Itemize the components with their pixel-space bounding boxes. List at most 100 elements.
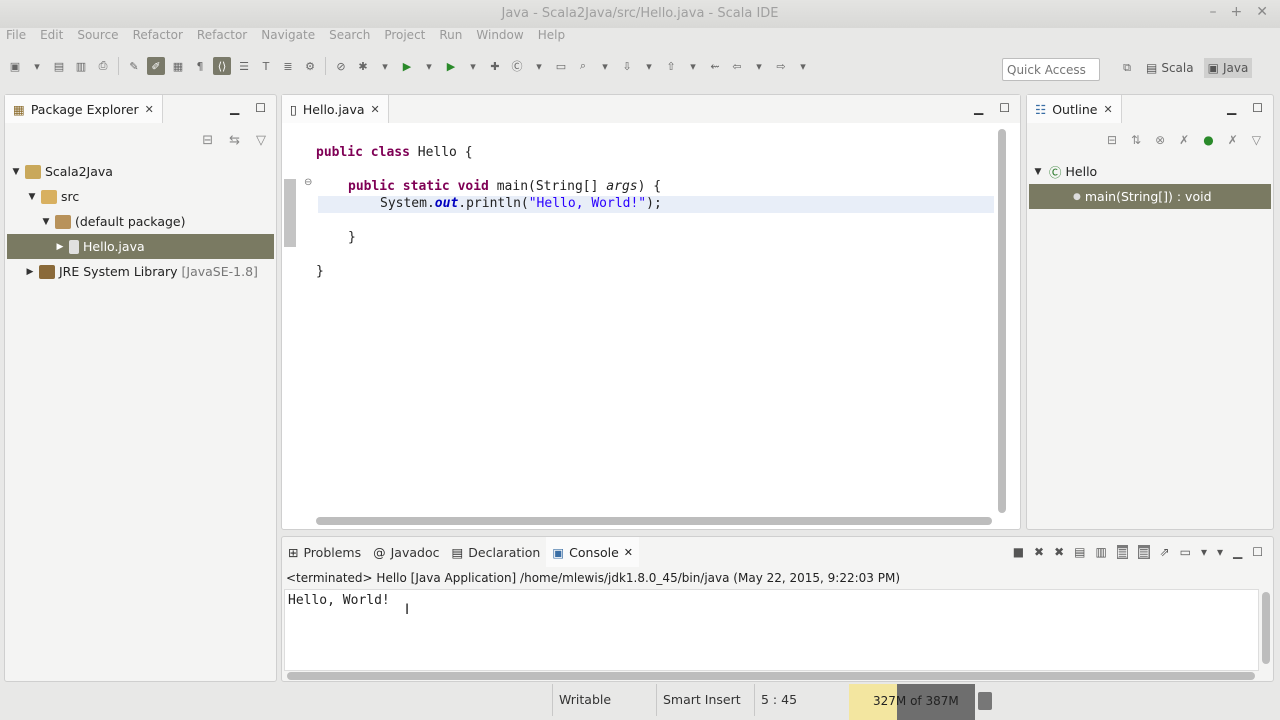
debug-icon[interactable]: ✱ [354, 57, 372, 75]
collapse-icon[interactable]: ▶ [53, 242, 67, 252]
tree-item-hello-java[interactable]: ▶ Hello.java [7, 234, 274, 259]
view-menu-icon[interactable]: ▽ [256, 133, 266, 148]
dropdown-icon[interactable]: ▾ [464, 57, 482, 75]
tab-declaration[interactable]: ▤ Declaration [445, 537, 546, 567]
scroll-lock-icon[interactable]: ▥ [1096, 545, 1107, 559]
remove-launch-icon[interactable]: ✖ [1034, 545, 1044, 559]
hide-fields-icon[interactable]: ⊗ [1155, 133, 1165, 147]
console-output[interactable]: Hello, World! I [284, 589, 1270, 680]
minimize-icon[interactable]: ▁ [1233, 545, 1242, 559]
tree-item-jre[interactable]: ▶ JRE System Library [JavaSE-1.8] [7, 259, 274, 284]
new-class-icon[interactable]: Ⓒ [508, 57, 526, 75]
hide-local-types-icon[interactable]: ✗ [1228, 133, 1238, 147]
collapse-all-icon[interactable]: ⊟ [1107, 133, 1117, 147]
perspective-scala[interactable]: ▤ Scala [1142, 58, 1198, 78]
open-type-icon[interactable]: T [257, 57, 275, 75]
sort-icon[interactable]: ⇅ [1131, 133, 1141, 147]
minimize-icon[interactable]: ▁ [1227, 101, 1236, 115]
dropdown-icon[interactable]: ▾ [28, 57, 46, 75]
console-vertical-scrollbar[interactable] [1262, 592, 1270, 664]
dropdown-icon[interactable]: ▾ [530, 57, 548, 75]
menu-search[interactable]: Search [329, 28, 370, 46]
tab-problems[interactable]: ⊞ Problems [282, 537, 367, 567]
save-icon[interactable]: ▤ [50, 57, 68, 75]
menu-project[interactable]: Project [384, 28, 425, 46]
maximize-icon[interactable]: + [1231, 4, 1243, 20]
external-tools-icon[interactable]: ✚ [486, 57, 504, 75]
expand-icon[interactable]: ▼ [1031, 167, 1045, 177]
menu-window[interactable]: Window [476, 28, 523, 46]
run-icon[interactable]: ▶ [398, 57, 416, 75]
close-icon[interactable]: ✕ [371, 103, 380, 116]
toggle-mark-icon[interactable]: ✎ [125, 57, 143, 75]
remove-all-launches-icon[interactable]: ✖ [1054, 545, 1064, 559]
minimize-icon[interactable]: ▁ [974, 101, 983, 115]
menu-run[interactable]: Run [439, 28, 462, 46]
menu-source[interactable]: Source [77, 28, 118, 46]
dropdown-icon[interactable]: ▾ [1201, 545, 1207, 559]
link-with-editor-icon[interactable]: ⇆ [229, 133, 240, 148]
save-all-icon[interactable]: ▥ [72, 57, 90, 75]
whitespace-icon[interactable]: ¶ [191, 57, 209, 75]
fold-icon[interactable]: ⊖ [304, 177, 312, 188]
expand-icon[interactable]: ▼ [9, 167, 23, 177]
view-menu-icon[interactable]: ▽ [1252, 133, 1261, 147]
tree-item-src[interactable]: ▼ src [7, 184, 274, 209]
tasks-icon[interactable]: ☰ [235, 57, 253, 75]
run-coverage-icon[interactable]: ▶ [442, 57, 460, 75]
tab-console[interactable]: ▣ Console ✕ [546, 537, 640, 567]
menu-refactor-2[interactable]: Refactor [197, 28, 247, 46]
dropdown-icon[interactable]: ▾ [596, 57, 614, 75]
dropdown-icon[interactable]: ▾ [376, 57, 394, 75]
pin-console-icon[interactable]: ⇗ [1160, 545, 1170, 559]
hide-nonpublic-icon[interactable]: ● [1203, 133, 1213, 147]
menu-help[interactable]: Help [538, 28, 565, 46]
breadcrumb-toggle-icon[interactable]: ⟨⟩ [213, 57, 231, 75]
print-icon[interactable]: ⎙ [94, 57, 112, 75]
show-stdout-icon[interactable]: ▤ [1116, 545, 1129, 559]
back-icon[interactable]: ⇦ [728, 57, 746, 75]
close-icon[interactable]: ✕ [145, 103, 154, 116]
tab-javadoc[interactable]: @ Javadoc [367, 537, 445, 567]
skip-breakpoints-icon[interactable]: ⊘ [332, 57, 350, 75]
maximize-icon[interactable]: ☐ [999, 101, 1010, 115]
maximize-icon[interactable]: ☐ [1252, 545, 1263, 559]
close-icon[interactable]: ✕ [624, 546, 633, 559]
menu-refactor[interactable]: Refactor [133, 28, 183, 46]
next-annotation-icon[interactable]: ⇩ [618, 57, 636, 75]
forward-icon[interactable]: ⇨ [772, 57, 790, 75]
build-icon[interactable]: ⚙ [301, 57, 319, 75]
collapse-icon[interactable]: ▶ [23, 267, 37, 277]
code-area[interactable]: ⊖ public class Hello { public static voi… [282, 123, 994, 515]
open-perspective-icon[interactable]: ⧉ [1118, 59, 1136, 77]
dropdown-icon[interactable]: ▾ [640, 57, 658, 75]
console-horizontal-scrollbar[interactable] [287, 672, 1255, 680]
dropdown-icon[interactable]: ▾ [750, 57, 768, 75]
minimize-icon[interactable]: ▁ [230, 101, 239, 115]
garbage-collect-icon[interactable] [978, 692, 992, 710]
expand-icon[interactable]: ▼ [25, 192, 39, 202]
dropdown-icon[interactable]: ▾ [420, 57, 438, 75]
highlight-icon[interactable]: ✐ [147, 57, 165, 75]
tab-outline[interactable]: ☷ Outline ✕ [1027, 95, 1122, 123]
tree-item-default-package[interactable]: ▼ (default package) [7, 209, 274, 234]
close-icon[interactable]: ✕ [1256, 4, 1268, 20]
terminate-icon[interactable]: ■ [1013, 545, 1024, 559]
outline-item-method[interactable]: ● main(String[]) : void [1029, 184, 1271, 209]
hide-static-icon[interactable]: ✗ [1179, 133, 1189, 147]
tree-item-project[interactable]: ▼ Scala2Java [7, 159, 274, 184]
menu-file[interactable]: File [6, 28, 26, 46]
dropdown-icon[interactable]: ▾ [794, 57, 812, 75]
prev-annotation-icon[interactable]: ⇧ [662, 57, 680, 75]
clear-console-icon[interactable]: ▤ [1074, 545, 1085, 559]
block-select-icon[interactable]: ▦ [169, 57, 187, 75]
expand-icon[interactable]: ▼ [39, 217, 53, 227]
dropdown-icon[interactable]: ▾ [684, 57, 702, 75]
perspective-java[interactable]: ▣ Java [1203, 58, 1253, 78]
menu-edit[interactable]: Edit [40, 28, 63, 46]
maximize-icon[interactable]: ☐ [255, 101, 266, 115]
open-folder-icon[interactable]: ▭ [552, 57, 570, 75]
view-menu-icon[interactable]: ▾ [1217, 545, 1223, 559]
menu-navigate[interactable]: Navigate [261, 28, 315, 46]
display-console-icon[interactable]: ▭ [1180, 545, 1191, 559]
